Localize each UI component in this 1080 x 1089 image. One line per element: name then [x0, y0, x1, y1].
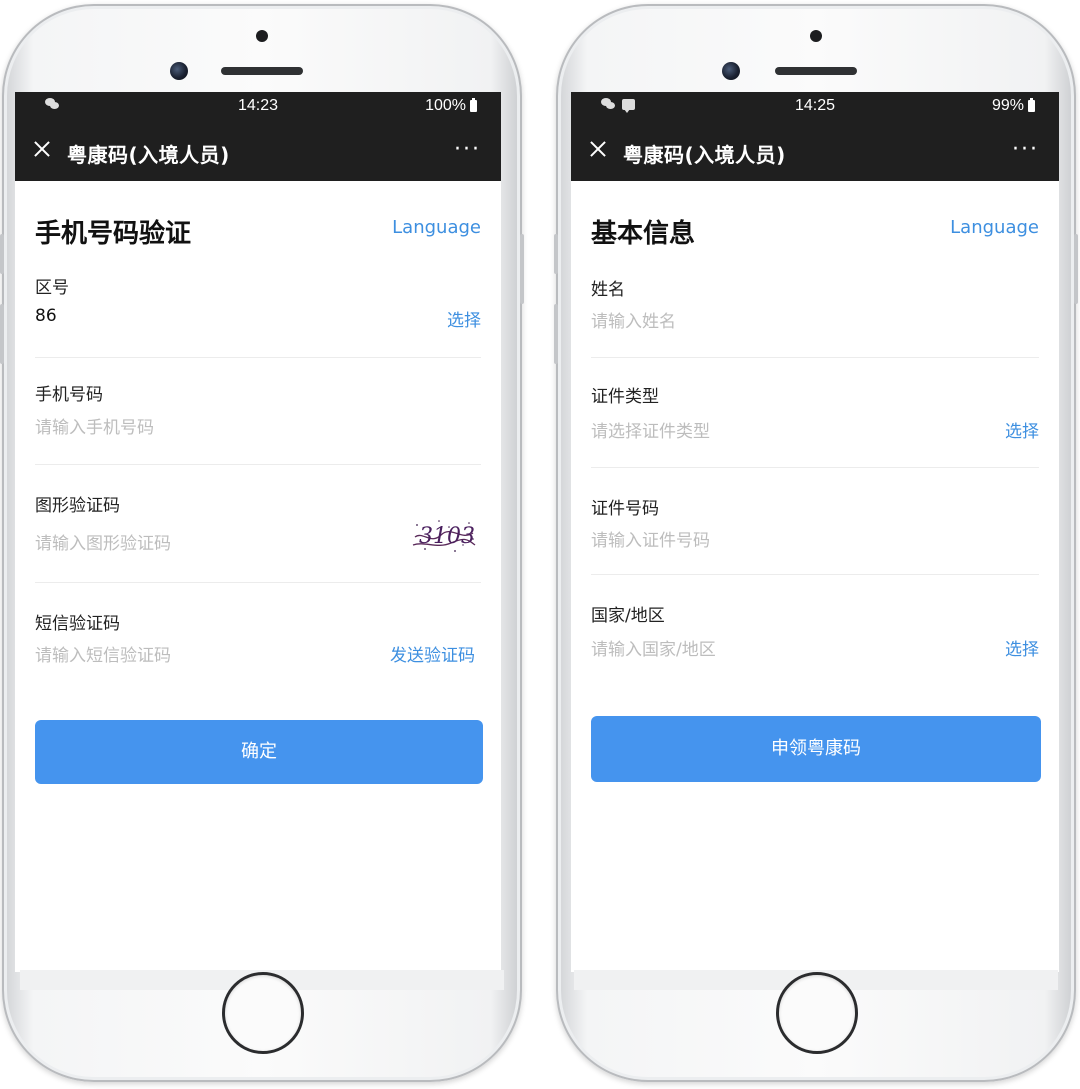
language-link[interactable]: Language [392, 217, 481, 238]
proximity-sensor [256, 30, 268, 42]
confirm-button[interactable]: 确定 [35, 720, 483, 784]
id-number-field: 证件号码 请输入证件号码 [591, 468, 1039, 575]
phone-frame-left: 14:23 100% 粤康码(入境人员) ··· 手机号码验证 Language… [0, 4, 524, 1082]
page-title: 基本信息 [591, 219, 696, 249]
country-input[interactable]: 请输入国家/地区 [591, 635, 716, 660]
sms-code-input[interactable]: 请输入短信验证码 [35, 641, 171, 666]
earpiece-speaker [775, 67, 857, 75]
id-type-label: 证件类型 [591, 387, 659, 407]
id-number-input[interactable]: 请输入证件号码 [591, 526, 710, 551]
captcha-image[interactable]: 3103 [411, 515, 477, 555]
captcha-label: 图形验证码 [35, 496, 120, 516]
id-number-label: 证件号码 [591, 499, 659, 519]
sms-code-field: 短信验证码 请输入短信验证码 发送验证码 [35, 583, 481, 693]
id-type-select-button[interactable]: 选择 [1005, 417, 1039, 442]
front-camera-icon [170, 62, 188, 80]
close-icon[interactable] [587, 138, 609, 160]
proximity-sensor [810, 30, 822, 42]
volume-button [0, 234, 4, 274]
country-select-button[interactable]: 选择 [1005, 635, 1039, 660]
area-code-select-button[interactable]: 选择 [447, 306, 481, 331]
screen-right: 14:25 99% 粤康码(入境人员) ··· 基本信息 Language 姓名… [571, 92, 1059, 972]
battery-icon [470, 98, 477, 112]
status-time: 14:25 [794, 97, 836, 114]
send-code-button[interactable]: 发送验证码 [390, 641, 475, 666]
area-code-field: 区号 86 选择 [35, 271, 481, 358]
id-type-input[interactable]: 请选择证件类型 [591, 417, 710, 442]
window-title: 粤康码(入境人员) [623, 143, 786, 167]
area-code-value[interactable]: 86 [35, 306, 57, 326]
captcha-text: 3103 [419, 524, 475, 549]
name-field: 姓名 请输入姓名 [591, 271, 1039, 358]
home-button[interactable] [776, 972, 858, 1054]
volume-button [554, 234, 558, 274]
title-bar: 粤康码(入境人员) ··· [571, 122, 1059, 181]
volume-button [0, 304, 4, 364]
area-code-label: 区号 [35, 278, 69, 298]
more-options-icon[interactable]: ··· [454, 137, 481, 162]
more-options-icon[interactable]: ··· [1012, 137, 1039, 162]
earpiece-speaker [221, 67, 303, 75]
apply-button[interactable]: 申领粤康码 [591, 716, 1041, 782]
screen-left: 14:23 100% 粤康码(入境人员) ··· 手机号码验证 Language… [15, 92, 501, 972]
volume-button [554, 304, 558, 364]
battery-icon [1028, 98, 1035, 112]
front-camera-icon [722, 62, 740, 80]
captcha-input[interactable]: 请输入图形验证码 [35, 529, 171, 554]
power-button [520, 234, 524, 304]
captcha-field: 图形验证码 请输入图形验证码 3103 [35, 465, 481, 583]
language-link[interactable]: Language [950, 217, 1039, 238]
phone-number-input[interactable]: 请输入手机号码 [35, 413, 154, 438]
id-type-field: 证件类型 请选择证件类型 选择 [591, 358, 1039, 468]
country-label: 国家/地区 [591, 606, 665, 626]
phone-frame-right: 14:25 99% 粤康码(入境人员) ··· 基本信息 Language 姓名… [554, 4, 1078, 1082]
status-bar: 14:25 99% [571, 92, 1059, 122]
phone-number-label: 手机号码 [35, 385, 103, 405]
power-button [1074, 234, 1078, 304]
battery-percent: 100% [425, 97, 466, 114]
home-button[interactable] [222, 972, 304, 1054]
close-icon[interactable] [31, 138, 53, 160]
status-bar: 14:23 100% [15, 92, 501, 122]
phone-number-field: 手机号码 请输入手机号码 [35, 358, 481, 465]
country-field: 国家/地区 请输入国家/地区 选择 [591, 575, 1039, 685]
name-label: 姓名 [591, 280, 625, 300]
page-title: 手机号码验证 [35, 219, 192, 249]
name-input[interactable]: 请输入姓名 [591, 307, 676, 332]
battery-percent: 99% [991, 97, 1024, 114]
title-bar: 粤康码(入境人员) ··· [15, 122, 501, 181]
window-title: 粤康码(入境人员) [67, 143, 230, 167]
sms-code-label: 短信验证码 [35, 614, 120, 634]
